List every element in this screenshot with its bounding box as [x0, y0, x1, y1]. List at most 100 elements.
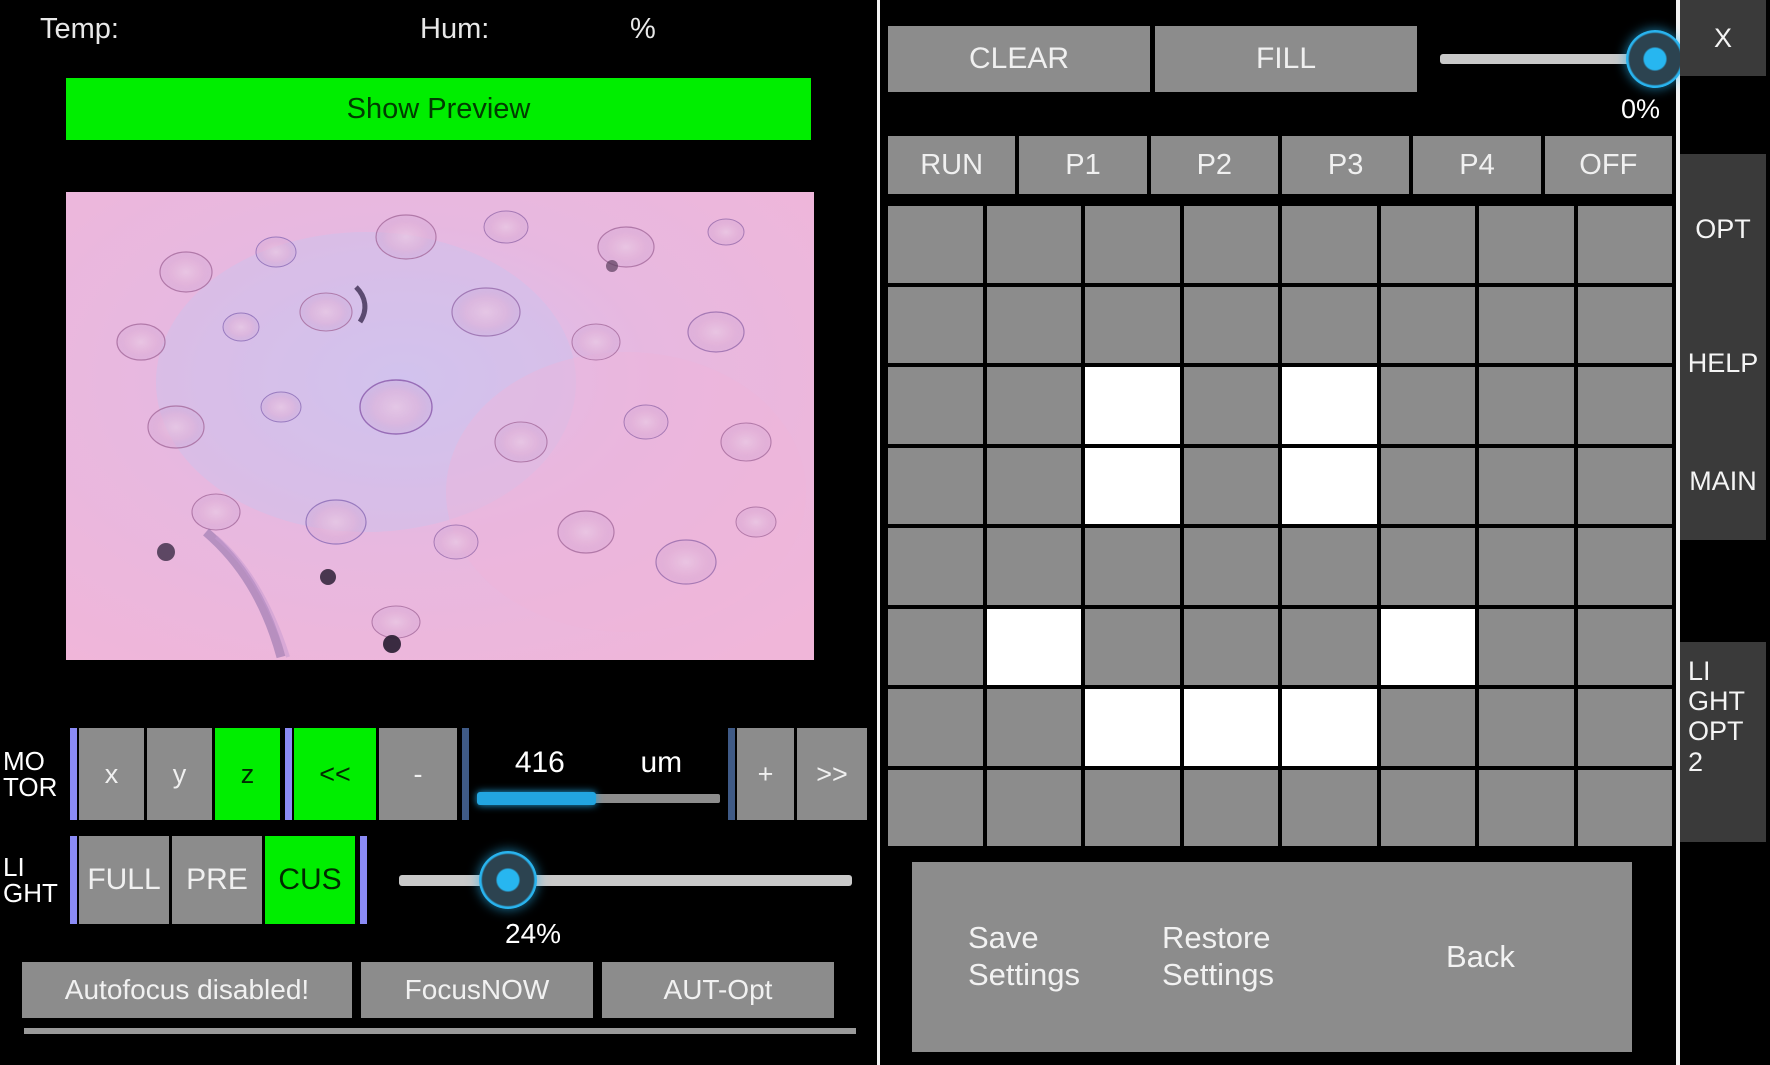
- motor-minus-button[interactable]: -: [379, 728, 457, 820]
- led-cell-r7-c3[interactable]: [1183, 769, 1278, 846]
- led-cell-r4-c4[interactable]: [1282, 528, 1377, 605]
- motor-plus-button[interactable]: +: [737, 728, 794, 820]
- led-cell-r3-c2[interactable]: [1085, 447, 1180, 524]
- led-cell-r6-c3[interactable]: [1183, 689, 1278, 766]
- clear-button[interactable]: CLEAR: [888, 26, 1150, 92]
- led-cell-r5-c1[interactable]: [986, 608, 1081, 685]
- led-cell-r3-c7[interactable]: [1577, 447, 1672, 524]
- led-cell-r1-c5[interactable]: [1380, 286, 1475, 363]
- led-cell-r7-c4[interactable]: [1282, 769, 1377, 846]
- preset-p1-button[interactable]: P1: [1019, 136, 1147, 194]
- motor-step-slider[interactable]: [477, 791, 720, 805]
- led-cell-r4-c6[interactable]: [1479, 528, 1574, 605]
- preset-p3-button[interactable]: P3: [1281, 136, 1410, 194]
- light-brightness-knob[interactable]: [478, 851, 537, 909]
- led-cell-r6-c1[interactable]: [986, 689, 1081, 766]
- led-cell-r6-c6[interactable]: [1479, 689, 1574, 766]
- led-cell-r1-c2[interactable]: [1085, 286, 1180, 363]
- led-cell-r3-c0[interactable]: [888, 447, 983, 524]
- motor-fast-back-button[interactable]: <<: [294, 728, 376, 820]
- led-cell-r5-c7[interactable]: [1577, 608, 1672, 685]
- sidebar-item-close[interactable]: X: [1680, 0, 1766, 76]
- led-cell-r3-c1[interactable]: [986, 447, 1081, 524]
- light-mode-pre-button[interactable]: PRE: [172, 836, 262, 924]
- led-cell-r0-c4[interactable]: [1282, 206, 1377, 283]
- led-cell-r2-c3[interactable]: [1183, 367, 1278, 444]
- led-cell-r4-c7[interactable]: [1577, 528, 1672, 605]
- led-matrix-grid[interactable]: [888, 206, 1672, 846]
- sidebar-item-opt[interactable]: OPT: [1680, 154, 1766, 304]
- back-button[interactable]: Back: [1404, 939, 1604, 976]
- motor-axis-y-button[interactable]: y: [147, 728, 212, 820]
- led-cell-r0-c0[interactable]: [888, 206, 983, 283]
- light-mode-cus-button[interactable]: CUS: [265, 836, 355, 924]
- preset-p4-button[interactable]: P4: [1413, 136, 1541, 194]
- auto-opt-button[interactable]: AUT-Opt: [602, 962, 834, 1018]
- light-mode-full-button[interactable]: FULL: [79, 836, 169, 924]
- light-brightness-slider[interactable]: [399, 836, 880, 924]
- off-button[interactable]: OFF: [1544, 136, 1672, 194]
- autofocus-status-button[interactable]: Autofocus disabled!: [22, 962, 352, 1018]
- led-cell-r4-c2[interactable]: [1085, 528, 1180, 605]
- matrix-brightness-slider[interactable]: [1440, 26, 1684, 92]
- show-preview-button[interactable]: Show Preview: [66, 78, 811, 140]
- matrix-brightness-knob[interactable]: [1626, 30, 1684, 88]
- led-cell-r7-c5[interactable]: [1380, 769, 1475, 846]
- led-cell-r2-c1[interactable]: [986, 367, 1081, 444]
- led-cell-r5-c6[interactable]: [1479, 608, 1574, 685]
- led-cell-r6-c0[interactable]: [888, 689, 983, 766]
- led-cell-r6-c4[interactable]: [1282, 689, 1377, 766]
- led-cell-r3-c5[interactable]: [1380, 447, 1475, 524]
- sidebar-item-help[interactable]: HELP: [1680, 304, 1766, 422]
- led-cell-r4-c1[interactable]: [986, 528, 1081, 605]
- led-cell-r4-c3[interactable]: [1183, 528, 1278, 605]
- led-cell-r7-c2[interactable]: [1085, 769, 1180, 846]
- restore-settings-button[interactable]: Restore Settings: [1152, 920, 1404, 993]
- led-cell-r1-c7[interactable]: [1577, 286, 1672, 363]
- motor-axis-x-button[interactable]: x: [79, 728, 144, 820]
- led-cell-r0-c3[interactable]: [1183, 206, 1278, 283]
- led-cell-r2-c6[interactable]: [1479, 367, 1574, 444]
- led-cell-r7-c1[interactable]: [986, 769, 1081, 846]
- led-cell-r5-c5[interactable]: [1380, 608, 1475, 685]
- led-cell-r6-c7[interactable]: [1577, 689, 1672, 766]
- led-cell-r1-c1[interactable]: [986, 286, 1081, 363]
- led-cell-r3-c6[interactable]: [1479, 447, 1574, 524]
- led-cell-r3-c3[interactable]: [1183, 447, 1278, 524]
- led-cell-r2-c5[interactable]: [1380, 367, 1475, 444]
- led-cell-r5-c4[interactable]: [1282, 608, 1377, 685]
- led-cell-r2-c2[interactable]: [1085, 367, 1180, 444]
- led-cell-r2-c7[interactable]: [1577, 367, 1672, 444]
- led-cell-r2-c0[interactable]: [888, 367, 983, 444]
- led-cell-r7-c0[interactable]: [888, 769, 983, 846]
- focus-now-button[interactable]: FocusNOW: [361, 962, 593, 1018]
- led-cell-r1-c3[interactable]: [1183, 286, 1278, 363]
- led-cell-r5-c3[interactable]: [1183, 608, 1278, 685]
- led-cell-r7-c7[interactable]: [1577, 769, 1672, 846]
- camera-preview-image[interactable]: [66, 192, 814, 660]
- led-cell-r0-c1[interactable]: [986, 206, 1081, 283]
- led-cell-r1-c0[interactable]: [888, 286, 983, 363]
- led-cell-r0-c6[interactable]: [1479, 206, 1574, 283]
- motor-axis-z-button[interactable]: z: [215, 728, 280, 820]
- led-cell-r2-c4[interactable]: [1282, 367, 1377, 444]
- led-cell-r7-c6[interactable]: [1479, 769, 1574, 846]
- led-cell-r5-c0[interactable]: [888, 608, 983, 685]
- motor-fast-forward-button[interactable]: >>: [797, 728, 867, 820]
- led-cell-r3-c4[interactable]: [1282, 447, 1377, 524]
- led-cell-r6-c2[interactable]: [1085, 689, 1180, 766]
- led-cell-r6-c5[interactable]: [1380, 689, 1475, 766]
- led-cell-r5-c2[interactable]: [1085, 608, 1180, 685]
- preset-p2-button[interactable]: P2: [1150, 136, 1278, 194]
- save-settings-button[interactable]: Save Settings: [912, 920, 1152, 993]
- led-cell-r1-c4[interactable]: [1282, 286, 1377, 363]
- fill-button[interactable]: FILL: [1155, 26, 1417, 92]
- led-cell-r0-c2[interactable]: [1085, 206, 1180, 283]
- led-cell-r4-c0[interactable]: [888, 528, 983, 605]
- sidebar-item-main[interactable]: MAIN: [1680, 422, 1766, 540]
- led-cell-r0-c7[interactable]: [1577, 206, 1672, 283]
- led-cell-r4-c5[interactable]: [1380, 528, 1475, 605]
- sidebar-item-light-opt-2[interactable]: LI GHT OPT 2: [1680, 642, 1766, 842]
- run-button[interactable]: RUN: [888, 136, 1016, 194]
- led-cell-r0-c5[interactable]: [1380, 206, 1475, 283]
